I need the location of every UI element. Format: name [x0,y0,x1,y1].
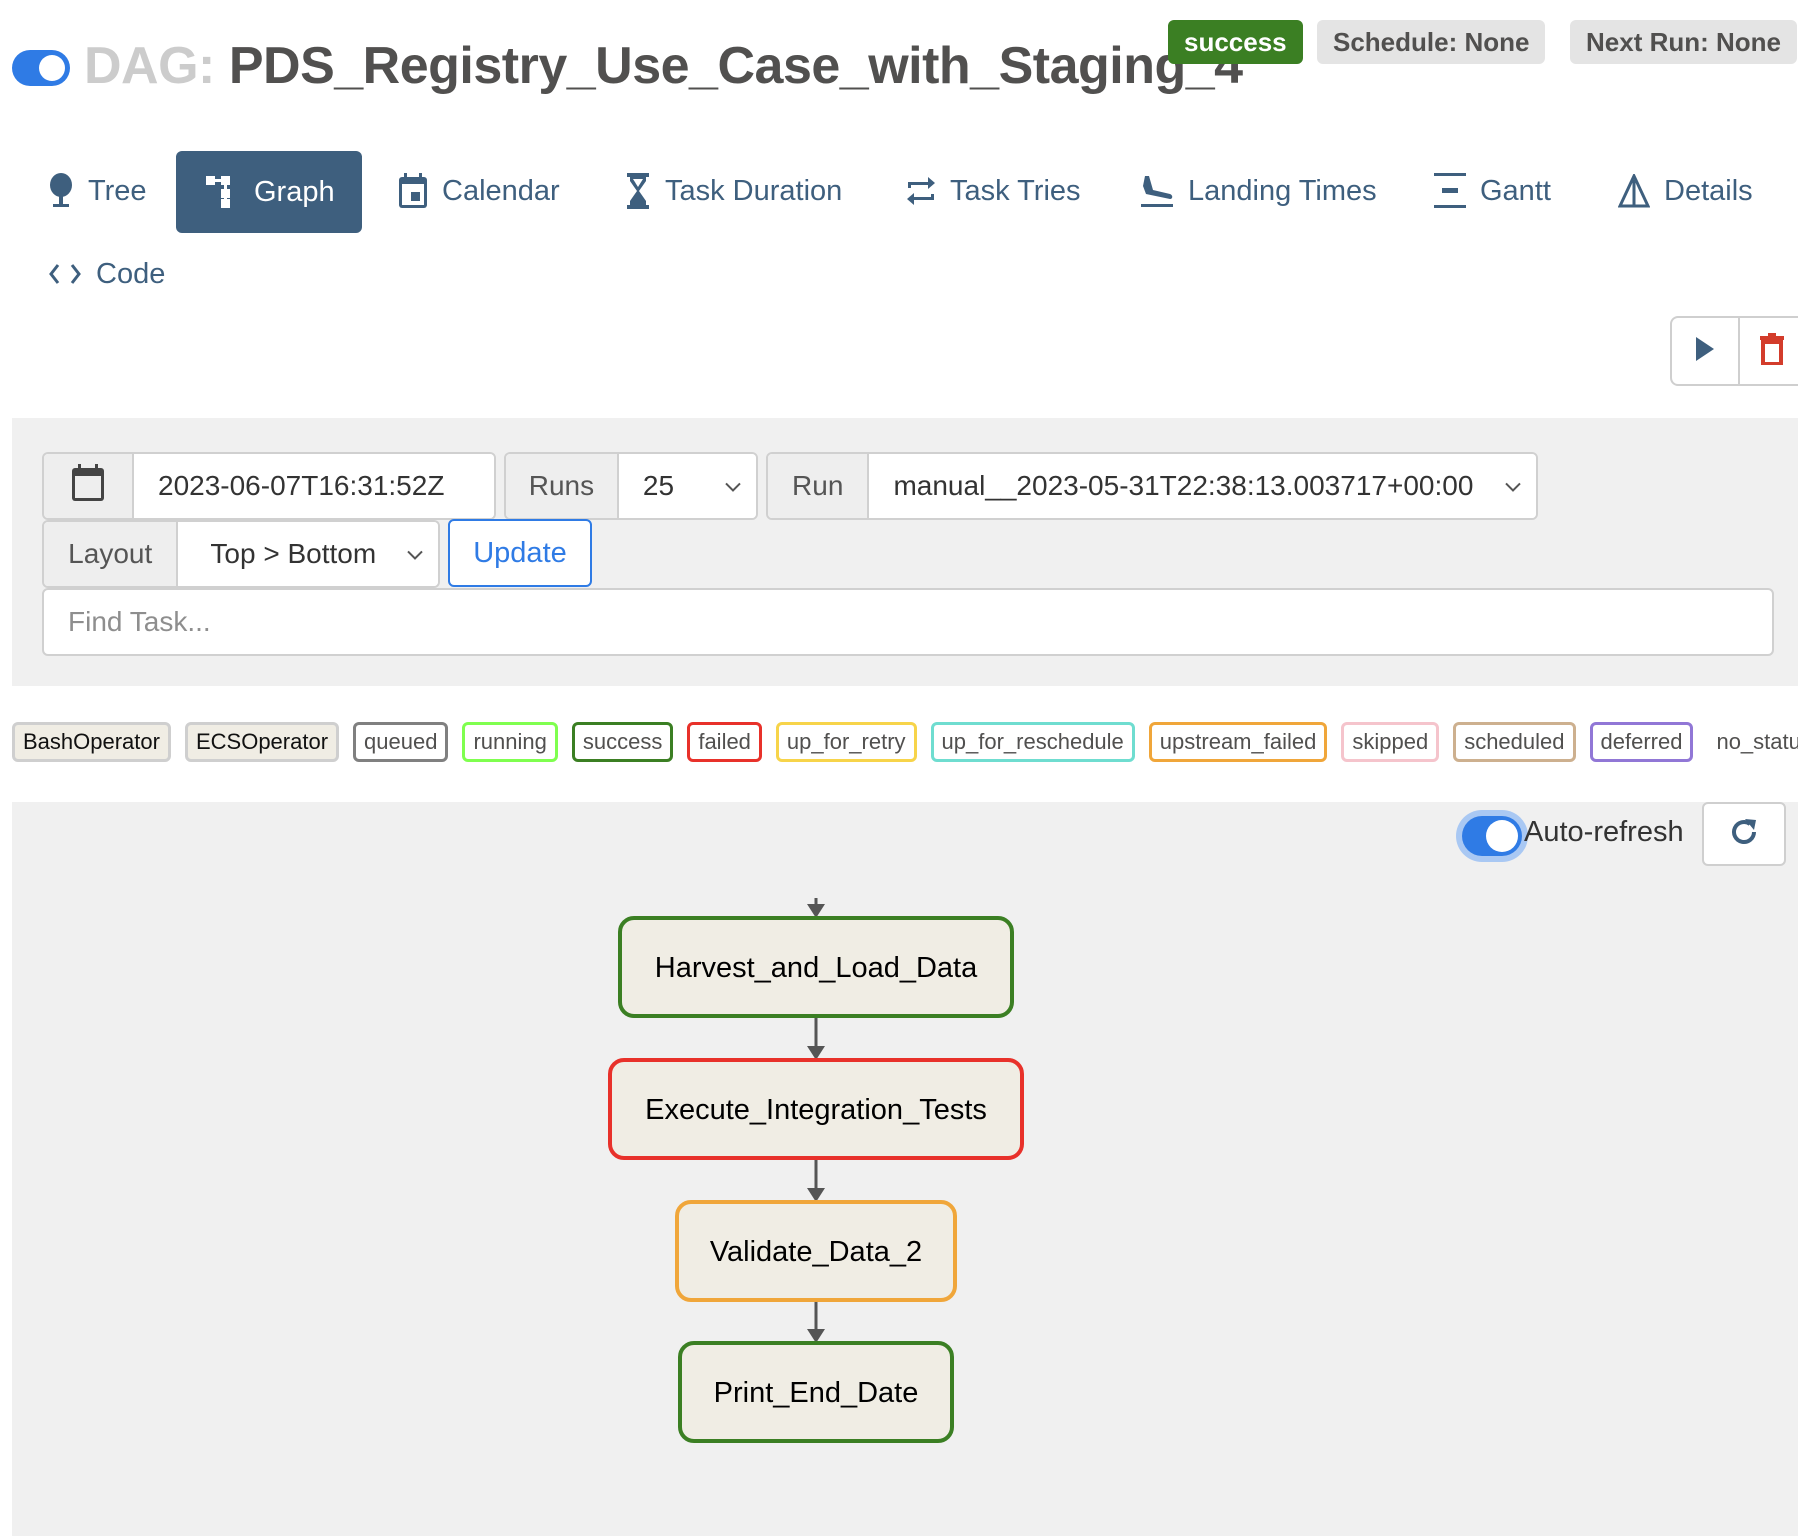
next-run-badge: Next Run: None [1570,20,1797,64]
legend-state[interactable]: up_for_reschedule [930,722,1135,762]
tab-calendar[interactable]: Calendar [368,150,590,232]
run-select[interactable]: manual__2023-05-31T22:38:13.003717+00:00 [869,454,1536,518]
page-title: DAG: PDS_Registry_Use_Case_with_Staging_… [84,36,1243,96]
retry-arrows-icon [906,174,936,208]
tab-tree[interactable]: Tree [18,150,177,232]
tab-gantt[interactable]: Gantt [1404,150,1581,232]
legend-operator[interactable]: ECSOperator [184,722,340,762]
find-task-input[interactable] [42,588,1774,656]
tree-icon [48,173,74,209]
delete-dag-button[interactable] [1738,318,1798,384]
legend-operator[interactable]: BashOperator [12,722,171,762]
graph-canvas[interactable]: Auto-refresh Harvest_and_Load_Data Execut… [12,802,1798,1536]
legend: BashOperator ECSOperator queued running … [12,722,1798,762]
runs-select[interactable]: 25 [618,454,756,518]
dag-prefix: DAG: [84,37,215,95]
tab-task-tries-label: Task Tries [950,174,1081,207]
dag-edge [807,1300,825,1343]
gantt-icon [1434,173,1466,209]
tab-code-label: Code [96,257,166,290]
legend-state[interactable]: queued [353,722,449,762]
chevron-down-icon [724,468,742,500]
legend-state[interactable]: skipped [1341,722,1440,762]
arrow-head-icon [807,1046,825,1060]
legend-state[interactable]: deferred [1589,722,1694,762]
tab-task-duration-label: Task Duration [665,174,843,207]
task-node-label: Execute_Integration_Tests [645,1094,987,1126]
trash-icon [1760,332,1784,370]
tab-landing-times[interactable]: Landing Times [1110,150,1407,232]
dag-name: PDS_Registry_Use_Case_with_Staging_4 [228,37,1243,95]
runs-group: Runs 25 [504,452,758,520]
trigger-dag-button[interactable] [1672,318,1738,384]
tab-tree-label: Tree [88,174,147,207]
code-icon [48,262,82,286]
arrow-head-icon [807,904,825,918]
tab-gantt-label: Gantt [1480,174,1551,207]
legend-state[interactable]: no_status [1707,722,1798,762]
task-node[interactable]: Validate_Data_2 [675,1200,957,1302]
task-node-label: Validate_Data_2 [710,1236,922,1268]
schedule-badge: Schedule: None [1317,20,1546,64]
update-button[interactable]: Update [448,519,592,587]
base-date-group: 2023-06-07T16:31:52Z [42,452,496,520]
runs-label: Runs [506,454,619,518]
tab-task-tries[interactable]: Task Tries [876,150,1111,232]
dag-actions [1670,316,1798,386]
task-node-label: Print_End_Date [714,1377,919,1409]
dag-edge [807,898,825,918]
legend-state[interactable]: success [571,722,674,762]
tab-details[interactable]: Details [1588,150,1783,232]
task-node[interactable]: Print_End_Date [678,1341,954,1443]
dag-pause-toggle[interactable] [12,50,70,86]
legend-state[interactable]: running [462,722,558,762]
dag-status-badge: success [1168,20,1303,64]
task-node[interactable]: Execute_Integration_Tests [608,1058,1024,1160]
arrow-head-icon [807,1329,825,1343]
tab-graph-label: Graph [254,175,335,208]
tab-task-duration[interactable]: Task Duration [595,150,872,232]
chevron-down-icon [1504,468,1522,500]
base-date-input[interactable]: 2023-06-07T16:31:52Z [134,454,494,518]
run-group: Run manual__2023-05-31T22:38:13.003717+0… [766,452,1538,520]
tab-details-label: Details [1664,174,1753,207]
graph-icon [206,176,240,208]
task-node[interactable]: Harvest_and_Load_Data [618,916,1014,1018]
legend-state[interactable]: scheduled [1453,722,1576,762]
tab-code[interactable]: Code [18,233,195,315]
runs-value: 25 [642,470,675,501]
triangle-icon [1618,174,1650,208]
task-node-label: Harvest_and_Load_Data [655,952,978,984]
layout-label: Layout [44,522,179,586]
base-date-calendar-button[interactable] [44,454,134,518]
legend-state[interactable]: failed [687,722,762,762]
legend-state[interactable]: up_for_retry [775,722,917,762]
layout-select[interactable]: Top > Bottom [178,522,438,586]
calendar-icon [398,173,428,209]
tab-graph[interactable]: Graph [176,151,362,233]
tab-landing-times-label: Landing Times [1188,174,1377,207]
dag-edge [807,1016,825,1060]
play-icon [1694,336,1716,367]
arrow-head-icon [807,1188,825,1202]
dag-edge [807,1158,825,1202]
legend-state[interactable]: upstream_failed [1148,722,1328,762]
tab-calendar-label: Calendar [442,174,560,207]
run-value: manual__2023-05-31T22:38:13.003717+00:00 [893,470,1474,501]
calendar-icon [71,463,105,509]
run-label: Run [768,454,870,518]
hourglass-icon [625,173,651,209]
chevron-down-icon [406,536,424,568]
layout-value: Top > Bottom [210,538,377,569]
dag-graph: Harvest_and_Load_Data Execute_Integration… [608,898,1024,1443]
plane-landing-icon [1140,174,1174,208]
layout-group: Layout Top > Bottom [42,520,440,588]
